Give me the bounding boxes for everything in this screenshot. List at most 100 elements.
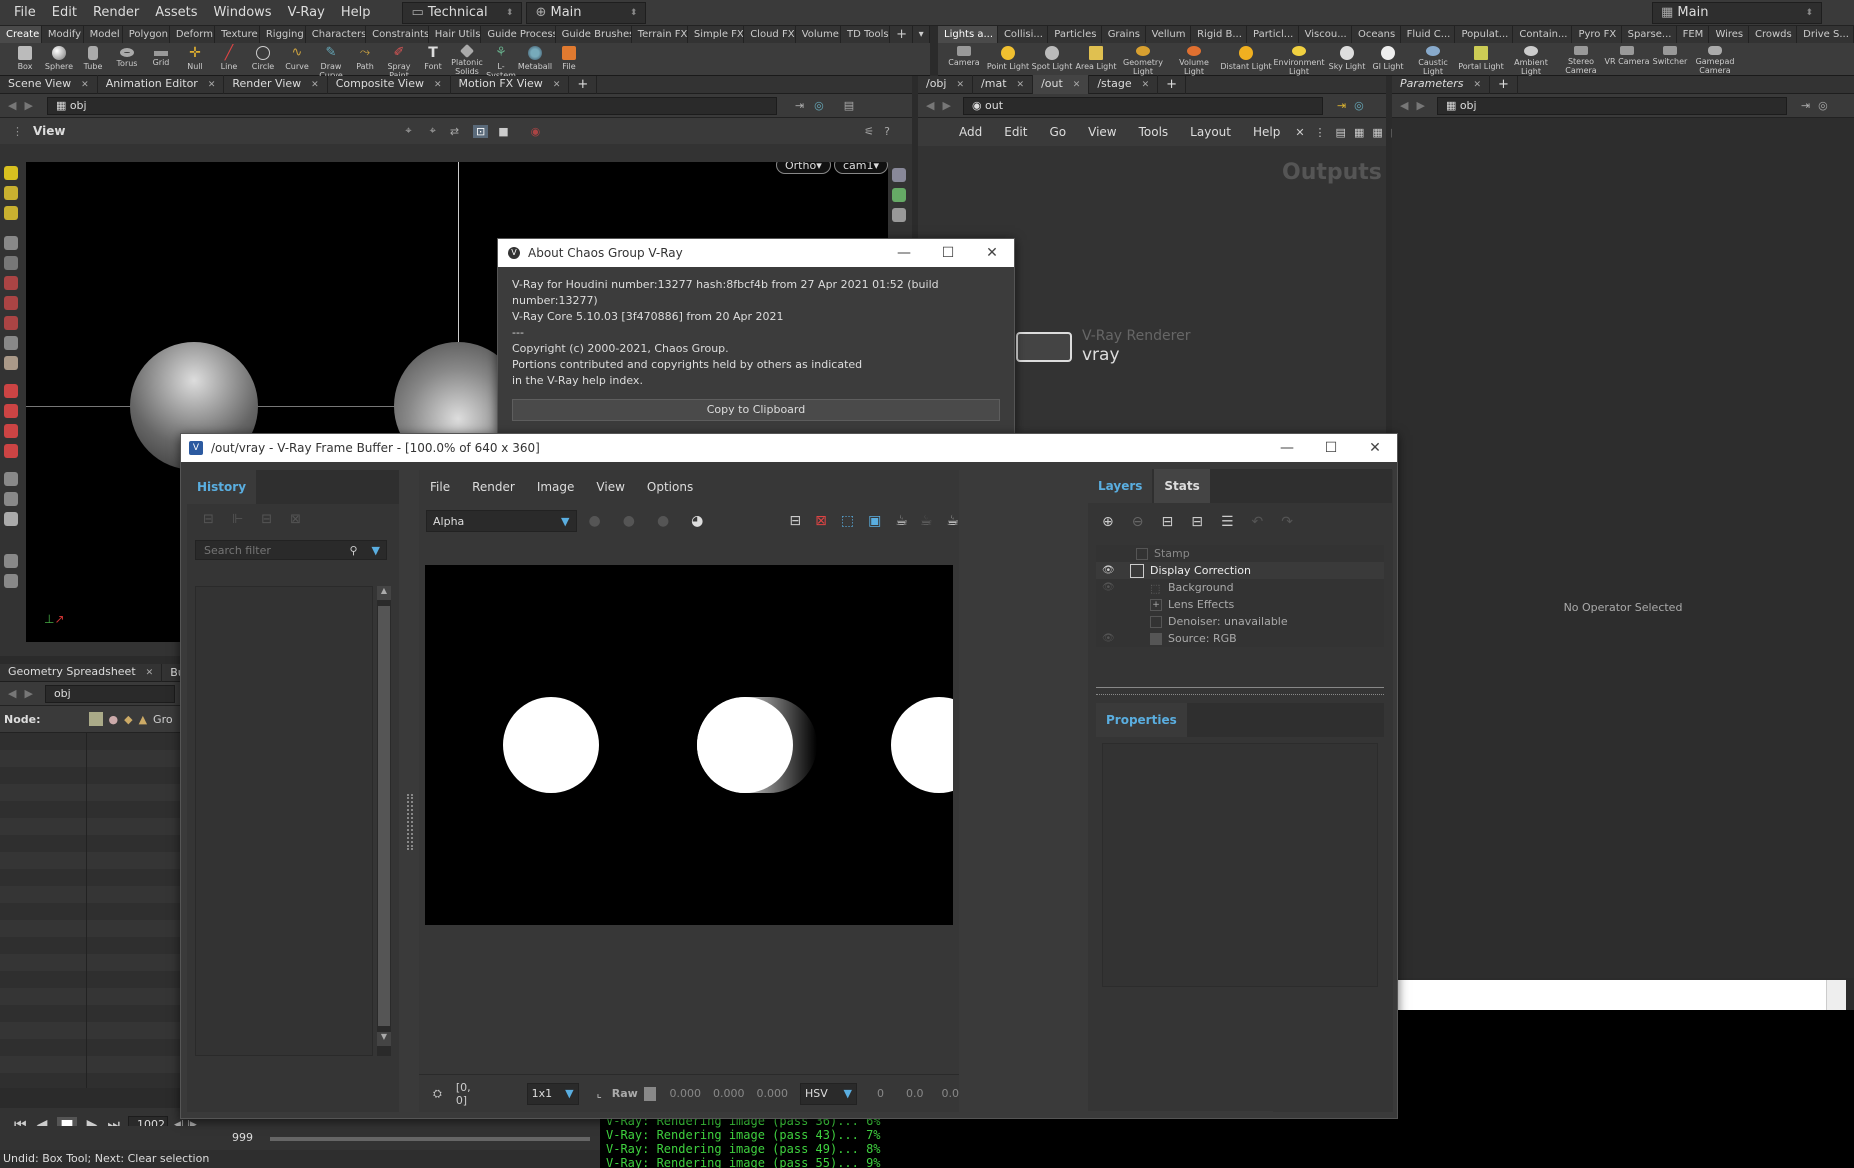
region-render-icon[interactable]: ⬚: [841, 513, 854, 529]
tool-vr-camera[interactable]: VR Camera: [1604, 43, 1650, 76]
shelf-tab[interactable]: Guide Process: [481, 26, 556, 43]
net-menu-help[interactable]: Help: [1242, 125, 1291, 139]
chevron-down-icon[interactable]: ▾: [913, 26, 930, 43]
tool-curve[interactable]: ∿ Curve: [280, 43, 314, 76]
detail-icon[interactable]: ▲: [139, 713, 147, 726]
pointer-icon[interactable]: [4, 236, 18, 250]
minimize-icon[interactable]: —: [882, 245, 926, 261]
timeline-slider[interactable]: [270, 1137, 590, 1141]
blue-channel-icon[interactable]: ●: [657, 513, 669, 529]
color-space-select[interactable]: HSV ▼: [800, 1082, 857, 1105]
tool-gi-light[interactable]: GI Light: [1368, 43, 1408, 76]
render-image[interactable]: [425, 565, 953, 925]
search-input[interactable]: [196, 543, 350, 557]
shelf-tab[interactable]: Collisi...: [998, 26, 1049, 43]
back-arrow-icon[interactable]: ◀: [926, 99, 934, 112]
select-icon[interactable]: [4, 166, 18, 180]
target-icon[interactable]: ◎: [1354, 99, 1364, 112]
tool-volume-light[interactable]: Volume Light: [1168, 43, 1220, 76]
transform-icon[interactable]: [4, 276, 18, 290]
history-list[interactable]: [195, 586, 373, 1056]
shelf-tab[interactable]: Lights a...: [938, 26, 998, 43]
forward-arrow-icon[interactable]: ▶: [24, 99, 32, 112]
net-menu-add[interactable]: Add: [948, 125, 993, 139]
tool-path[interactable]: ⤳ Path: [348, 43, 382, 76]
param-path-field[interactable]: ▦ obj: [1436, 96, 1787, 115]
shelf-tab[interactable]: Vellum: [1146, 26, 1192, 43]
add-tab-icon[interactable]: +: [569, 75, 598, 94]
primitives-icon[interactable]: ◆: [124, 713, 132, 726]
points-icon[interactable]: [88, 712, 103, 726]
add-layer-icon[interactable]: ⊕: [1102, 514, 1114, 530]
redo-icon[interactable]: ↷: [1281, 514, 1293, 530]
tool-spray-paint[interactable]: ✐ Spray Paint: [382, 43, 416, 76]
lock-camera-icon[interactable]: [892, 208, 906, 222]
layer-denoiser[interactable]: Denoiser: unavailable: [1096, 613, 1384, 630]
camera-tool-icon[interactable]: [4, 404, 18, 418]
shelf-tab[interactable]: Rigid B...: [1191, 26, 1247, 43]
add-tab-icon[interactable]: +: [1490, 75, 1518, 94]
mono-icon[interactable]: ◕: [691, 513, 703, 529]
tool-stereo-camera[interactable]: Stereo Camera: [1558, 43, 1604, 76]
vertices-icon[interactable]: ●: [109, 713, 119, 726]
load-layers-icon[interactable]: ⊟: [1191, 514, 1203, 530]
render-teapot-icon[interactable]: ☕: [946, 513, 959, 529]
remove-layer-icon[interactable]: ⊖: [1132, 514, 1144, 530]
tool-portal-light[interactable]: Portal Light: [1458, 43, 1504, 76]
tool-tube[interactable]: Tube: [76, 43, 110, 76]
save-image-icon[interactable]: ⊟: [789, 513, 801, 529]
forward-arrow-icon[interactable]: ▶: [942, 99, 950, 112]
tab-parameters[interactable]: Parameters ✕: [1392, 75, 1491, 94]
shelf-tab[interactable]: Model: [84, 26, 123, 43]
shelf-tab[interactable]: Polygon: [123, 26, 170, 43]
menu-assets[interactable]: Assets: [147, 0, 205, 26]
grid-toggle-icon[interactable]: [892, 188, 906, 202]
render-region-icon[interactable]: [4, 492, 18, 506]
tool-metaball[interactable]: Metaball: [518, 43, 552, 76]
menu-file[interactable]: File: [6, 0, 44, 26]
interactive-render-icon[interactable]: ☕: [895, 513, 908, 529]
tool-sky-light[interactable]: Sky Light: [1326, 43, 1368, 76]
shelf-tab[interactable]: Rigging: [260, 26, 306, 43]
snap-icon[interactable]: ⌖: [405, 124, 411, 138]
tab-animation-editor[interactable]: Animation Editor ✕: [98, 75, 225, 94]
context-selector[interactable]: ⊕ Main ⬍: [526, 1, 647, 24]
camera-menu[interactable]: cam1 ▾: [834, 162, 888, 174]
shelf-tab[interactable]: Oceans: [1352, 26, 1401, 43]
close-icon[interactable]: ✕: [1142, 80, 1150, 90]
menu-windows[interactable]: Windows: [206, 0, 280, 26]
snapping-icon[interactable]: [4, 444, 18, 458]
table-icon[interactable]: ▦: [1354, 126, 1364, 139]
vfb-menu-image[interactable]: Image: [526, 480, 586, 494]
shelf-tab[interactable]: Create: [0, 26, 42, 43]
shelf-tab[interactable]: Characters: [306, 26, 367, 43]
spreadsheet-path-field[interactable]: obj: [44, 684, 175, 703]
pin-icon[interactable]: ⇥: [1337, 99, 1346, 112]
search-icon[interactable]: ⚲: [349, 544, 357, 557]
tab-motion-fx-view[interactable]: Motion FX View ✕: [451, 75, 570, 94]
layer-display-correction[interactable]: 👁 Display Correction: [1096, 562, 1384, 579]
tool-draw-curve[interactable]: ✎ Draw Curve: [314, 43, 348, 76]
snap-active-icon[interactable]: ⊡: [473, 124, 489, 138]
scroll-up-icon[interactable]: ▲: [377, 586, 391, 600]
shelf-tab[interactable]: Crowds: [1749, 26, 1798, 43]
tab-obj[interactable]: /obj ✕: [918, 75, 974, 94]
close-icon[interactable]: ✕: [553, 80, 561, 90]
record-icon[interactable]: ◉: [531, 125, 541, 138]
close-icon[interactable]: ✕: [1073, 80, 1081, 90]
handle-tool-icon[interactable]: [4, 316, 18, 330]
lock-icon[interactable]: ⛭: [433, 1087, 442, 1101]
load-icon[interactable]: ⊟: [261, 512, 272, 527]
tool-grid[interactable]: Grid: [144, 43, 178, 76]
shelf-tab[interactable]: TD Tools: [841, 26, 891, 43]
shelf-tab[interactable]: Fluid C...: [1401, 26, 1456, 43]
scroll-thumb[interactable]: [378, 606, 390, 1026]
handle-icon[interactable]: ⋮: [12, 125, 23, 138]
shelf-tab[interactable]: Particles: [1048, 26, 1102, 43]
net-menu-tools[interactable]: Tools: [1128, 125, 1180, 139]
paint-icon[interactable]: [4, 356, 18, 370]
shelf-tab[interactable]: Drive S...: [1797, 26, 1854, 43]
channel-select[interactable]: Alpha ▼: [426, 510, 577, 532]
magnet-icon[interactable]: [4, 424, 18, 438]
tab-composite-view[interactable]: Composite View ✕: [328, 75, 451, 94]
